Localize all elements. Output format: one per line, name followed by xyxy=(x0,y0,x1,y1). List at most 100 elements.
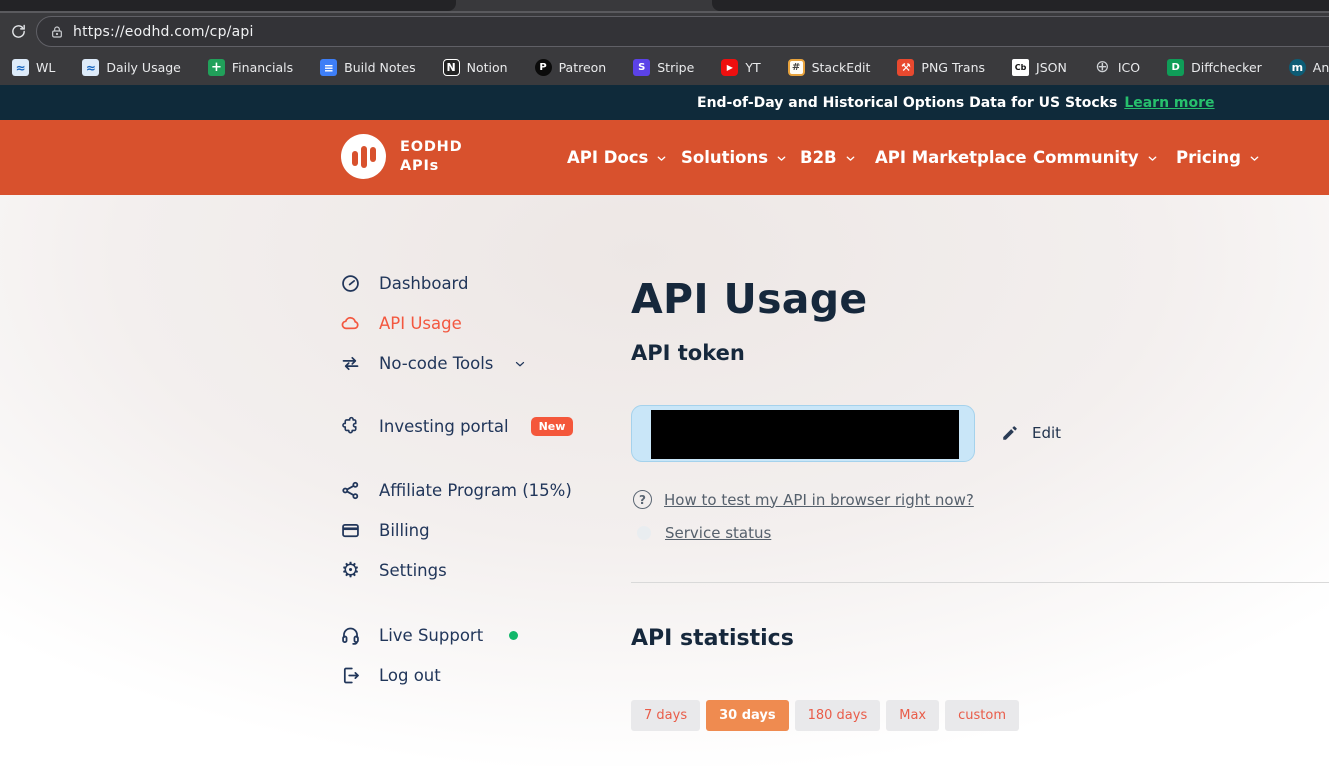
learn-more-link[interactable]: Learn more xyxy=(1124,95,1214,111)
chevron-down-icon xyxy=(844,152,857,165)
bookmark-favicon: Cb xyxy=(1012,59,1029,76)
nav-solutions[interactable]: Solutions xyxy=(681,120,788,195)
sidebar-item-label: Investing portal xyxy=(379,417,509,436)
bookmark-label: StackEdit xyxy=(812,60,871,75)
bookmark-label: Stripe xyxy=(657,60,694,75)
bookmark-stripe[interactable]: S Stripe xyxy=(633,59,694,76)
bookmark-favicon: ≡ xyxy=(320,59,337,76)
page-title: API Usage xyxy=(631,275,868,323)
page-body: Dashboard API Usage No-code Tools Invest… xyxy=(0,195,1329,766)
bookmark-label: PNG Trans xyxy=(921,60,985,75)
sidebar-item-label: No-code Tools xyxy=(379,354,493,373)
api-token-heading: API token xyxy=(631,341,745,365)
online-status-dot xyxy=(509,631,518,640)
bookmark-patreon[interactable]: PPatreon xyxy=(535,59,607,76)
range-180-days-button[interactable]: 180 days xyxy=(795,700,881,731)
bookmark-diffchecker[interactable]: D Diffchecker xyxy=(1167,59,1262,76)
gauge-icon xyxy=(340,273,361,294)
bookmark-notion[interactable]: N Notion xyxy=(443,59,508,76)
bookmark-wl[interactable]: ≈ WL xyxy=(12,59,55,76)
bookmark-png-trans[interactable]: ⚒ PNG Trans xyxy=(897,59,985,76)
sidebar-item-label: Live Support xyxy=(379,626,483,645)
bookmark-favicon: S xyxy=(633,59,650,76)
sidebar-item-api-usage[interactable]: API Usage xyxy=(340,313,462,334)
service-status-link[interactable]: Service status xyxy=(665,524,771,542)
bookmark-stackedit[interactable]: # StackEdit xyxy=(788,59,871,76)
sidebar-item-billing[interactable]: Billing xyxy=(340,520,430,541)
bookmark-favicon: D xyxy=(1167,59,1184,76)
bookmark-daily-usage[interactable]: ≈Daily Usage xyxy=(82,59,181,76)
range-max-button[interactable]: Max xyxy=(886,700,939,731)
nav-community[interactable]: Community xyxy=(1033,120,1159,195)
browser-tab[interactable] xyxy=(712,0,1329,11)
bookmark-label: YT xyxy=(745,60,760,75)
bookmark-favicon: ▶ xyxy=(721,59,738,76)
site-header: EODHD APIs API Docs Solutions B2B API Ma… xyxy=(0,120,1329,195)
promo-text: End-of-Day and Historical Options Data f… xyxy=(697,95,1117,111)
bookmark-ico[interactable]: ⊕ICO xyxy=(1094,59,1140,76)
api-token-field[interactable] xyxy=(631,405,975,462)
nav-pricing[interactable]: Pricing xyxy=(1176,120,1261,195)
bookmark-label: JSON xyxy=(1036,60,1067,75)
sidebar-item-label: Affiliate Program (15%) xyxy=(379,481,572,500)
range-custom-button[interactable]: custom xyxy=(945,700,1019,731)
nav-label: API Marketplace xyxy=(875,148,1027,167)
logout-icon xyxy=(340,665,361,686)
bookmark-label: ICO xyxy=(1118,60,1140,75)
bookmark-yt[interactable]: ▶ YT xyxy=(721,59,760,76)
sidebar-item-affiliate-program[interactable]: Affiliate Program (15%) xyxy=(340,480,572,501)
sidebar-item-label: Settings xyxy=(379,561,447,580)
range-30-days-button[interactable]: 30 days xyxy=(706,700,789,731)
pencil-icon xyxy=(1001,424,1019,442)
nav-api-marketplace[interactable]: API Marketplace xyxy=(875,120,1027,195)
nav-api-docs[interactable]: API Docs xyxy=(567,120,668,195)
sidebar-item-log-out[interactable]: Log out xyxy=(340,665,441,686)
api-statistics-heading: API statistics xyxy=(631,626,794,651)
chevron-down-icon xyxy=(1248,152,1261,165)
sidebar-item-no-code-tools[interactable]: No-code Tools xyxy=(340,353,527,374)
bookmark-build-notes[interactable]: ≡Build Notes xyxy=(320,59,415,76)
nav-label: B2B xyxy=(800,148,837,167)
reload-button[interactable] xyxy=(4,17,32,45)
gear-icon: ⚙ xyxy=(340,560,361,581)
sidebar-item-investing-portal[interactable]: Investing portal New xyxy=(340,416,573,437)
new-badge: New xyxy=(531,417,574,436)
bookmark-favicon: N xyxy=(443,59,460,76)
arrows-swap-icon xyxy=(340,353,361,374)
bookmark-favicon: ≈ xyxy=(82,59,99,76)
bookmark-financials[interactable]: + Financials xyxy=(208,59,293,76)
sidebar-item-settings[interactable]: ⚙ Settings xyxy=(340,560,447,581)
bookmark-label: Diffchecker xyxy=(1191,60,1262,75)
service-status-dot xyxy=(637,526,651,540)
sidebar-item-label: Dashboard xyxy=(379,274,469,293)
bookmark-favicon: + xyxy=(208,59,225,76)
sidebar-item-label: Billing xyxy=(379,521,430,540)
sidebar-item-dashboard[interactable]: Dashboard xyxy=(340,273,469,294)
nav-b2b[interactable]: B2B xyxy=(800,120,857,195)
bookmark-label: Patreon xyxy=(559,60,607,75)
question-icon: ? xyxy=(633,490,652,509)
sidebar-item-live-support[interactable]: Live Support xyxy=(340,625,518,646)
browser-tab[interactable] xyxy=(0,0,456,11)
bookmark-label: WL xyxy=(36,60,55,75)
chevron-down-icon xyxy=(1146,152,1159,165)
bookmark-favicon: # xyxy=(788,59,805,76)
range-7-days-button[interactable]: 7 days xyxy=(631,700,700,731)
bookmark-anson[interactable]: mAnson xyxy=(1289,59,1329,76)
sidebar-item-label: Log out xyxy=(379,666,441,685)
bookmark-favicon: ⚒ xyxy=(897,59,914,76)
lock-icon xyxy=(49,24,65,40)
chevron-down-icon xyxy=(775,152,788,165)
chevron-down-icon xyxy=(513,357,527,371)
bookmark-label: Anson xyxy=(1313,60,1329,75)
address-bar[interactable]: https://eodhd.com/cp/api xyxy=(36,16,1329,47)
api-test-help-link[interactable]: How to test my API in browser right now? xyxy=(664,491,974,509)
promo-banner: End-of-Day and Historical Options Data f… xyxy=(0,85,1329,120)
bookmark-label: Notion xyxy=(467,60,508,75)
bookmarks-bar: ≈ WL ≈Daily Usage + Financials ≡Build Note… xyxy=(0,50,1329,85)
bookmark-json[interactable]: Cb JSON xyxy=(1012,59,1067,76)
bookmark-favicon: ≈ xyxy=(12,59,29,76)
url-text: https://eodhd.com/cp/api xyxy=(73,24,254,40)
bookmark-label: Financials xyxy=(232,60,293,75)
edit-token-button[interactable]: Edit xyxy=(1001,424,1061,442)
